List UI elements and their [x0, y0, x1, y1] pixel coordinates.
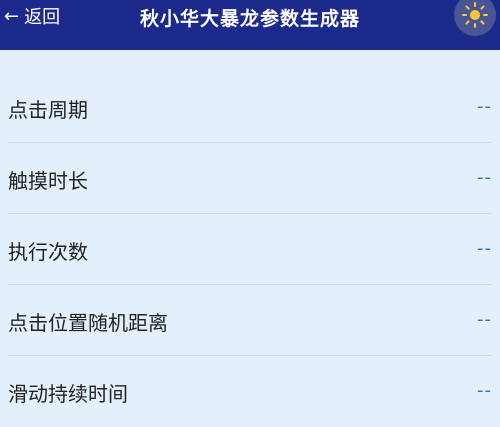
param-row-click-period[interactable]: 点击周期 --	[8, 72, 492, 143]
param-label: 点击位置随机距离	[8, 311, 168, 335]
param-row-click-random-distance[interactable]: 点击位置随机距离 --	[8, 285, 492, 356]
param-label: 滑动持续时间	[8, 382, 128, 406]
app-header: ← 返回 秋小华大暴龙参数生成器	[0, 0, 500, 50]
param-row-execution-count[interactable]: 执行次数 --	[8, 214, 492, 285]
param-value: --	[477, 96, 492, 117]
param-value: --	[477, 238, 492, 259]
parameter-list: 点击周期 -- 触摸时长 -- 执行次数 -- 点击位置随机距离 -- 滑动持续…	[0, 72, 500, 427]
param-value: --	[477, 380, 492, 401]
param-value: --	[477, 309, 492, 330]
param-label: 执行次数	[8, 240, 88, 264]
param-row-swipe-duration[interactable]: 滑动持续时间 --	[8, 356, 492, 427]
param-label: 点击周期	[8, 98, 88, 122]
param-value: --	[477, 167, 492, 188]
page-title: 秋小华大暴龙参数生成器	[139, 8, 360, 30]
param-row-touch-duration[interactable]: 触摸时长 --	[8, 143, 492, 214]
param-label: 触摸时长	[8, 169, 88, 193]
sun-icon	[462, 2, 488, 28]
